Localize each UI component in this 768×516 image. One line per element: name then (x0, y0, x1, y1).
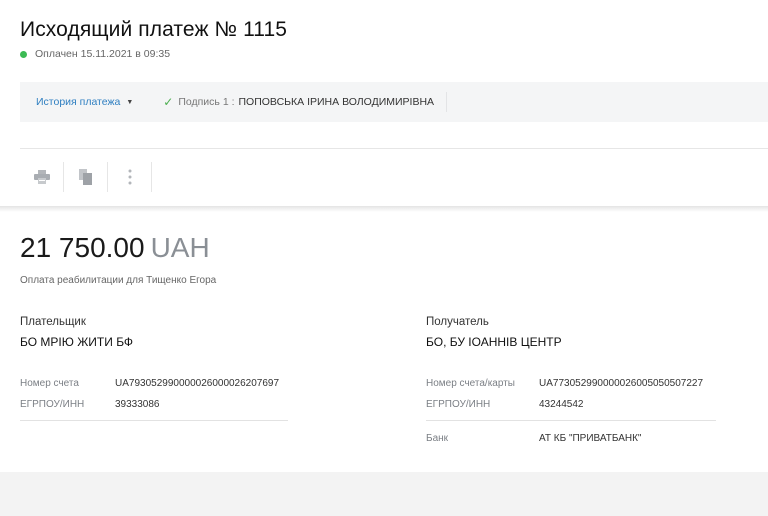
payee-bank-row: Банк АТ КБ "ПРИВАТБАНК" (426, 433, 716, 444)
copy-icon (78, 169, 93, 185)
divider (20, 148, 768, 149)
page-title: Исходящий платеж № 1115 (20, 18, 288, 41)
payee-bank-label: Банк (426, 433, 449, 444)
payer-code-row: ЕГРПОУ/ИНН 39333086 (20, 399, 288, 410)
more-button[interactable] (108, 162, 152, 192)
payment-header: Исходящий платеж № 1115 Оплачен 15.11.20… (0, 0, 768, 208)
copy-button[interactable] (64, 162, 108, 192)
signature-info: ✓ Подпись 1 : ПОПОВСЬКА ІРИНА ВОЛОДИМИРІ… (163, 92, 448, 112)
payee-name: БО, БУ ІОАННІВ ЦЕНТР (426, 335, 562, 349)
payer-name: БО МРІЮ ЖИТИ БФ (20, 335, 134, 349)
toolbar (20, 162, 152, 192)
payee-code-row: ЕГРПОУ/ИНН 43244542 (426, 399, 716, 410)
payee-account-row: Номер счета/карты UA77305299000002600505… (426, 378, 716, 389)
payer-label: Плательщик (20, 316, 86, 328)
print-button[interactable] (20, 162, 64, 192)
payer-section: Плательщик БО МРІЮ ЖИТИ БФ (20, 316, 288, 349)
signer-name: ПОПОВСЬКА ІРИНА ВОЛОДИМИРІВНА (238, 96, 435, 108)
divider (426, 420, 716, 421)
payment-status: Оплачен 15.11.2021 в 09:35 (20, 48, 170, 60)
status-text: Оплачен 15.11.2021 в 09:35 (35, 48, 171, 60)
info-bar: История платежа ▼ ✓ Подпись 1 : ПОПОВСЬК… (20, 82, 768, 122)
divider (20, 420, 288, 421)
print-icon (33, 170, 50, 184)
payer-account: UA793052990000026000026207697 (115, 378, 280, 389)
payee-section: Получатель БО, БУ ІОАННІВ ЦЕНТР (426, 316, 716, 349)
payer-code-label: ЕГРПОУ/ИНН (20, 399, 85, 410)
amount-currency: UAH (150, 232, 210, 263)
amount-value: 21 750.00 (20, 232, 145, 263)
payee-label: Получатель (426, 316, 489, 328)
payee-code-label: ЕГРПОУ/ИНН (426, 399, 491, 410)
payee-account: UA773052990000026005050507227 (539, 378, 704, 389)
status-dot-icon (20, 50, 27, 58)
payee-bank: АТ КБ "ПРИВАТБАНК" (539, 433, 642, 444)
history-label: История платежа (36, 96, 121, 108)
more-vertical-icon (128, 169, 132, 185)
payment-purpose: Оплата реабилитации для Тищенко Егора (20, 275, 217, 286)
payer-account-row: Номер счета UA79305299000002600002620769… (20, 378, 288, 389)
payment-amount: 21 750.00 UAH (20, 232, 210, 264)
payee-code: 43244542 (539, 399, 584, 410)
caret-down-icon: ▼ (126, 98, 134, 106)
payee-account-label: Номер счета/карты (426, 378, 515, 389)
payer-code: 39333086 (115, 399, 160, 410)
checkmark-icon: ✓ (163, 95, 174, 109)
signature-label: Подпись 1 : (178, 96, 235, 108)
history-dropdown[interactable]: История платежа ▼ (36, 96, 133, 108)
payer-account-label: Номер счета (20, 378, 79, 389)
page-background (0, 472, 768, 516)
payment-details: 21 750.00 UAH Оплата реабилитации для Тищ… (0, 212, 768, 472)
